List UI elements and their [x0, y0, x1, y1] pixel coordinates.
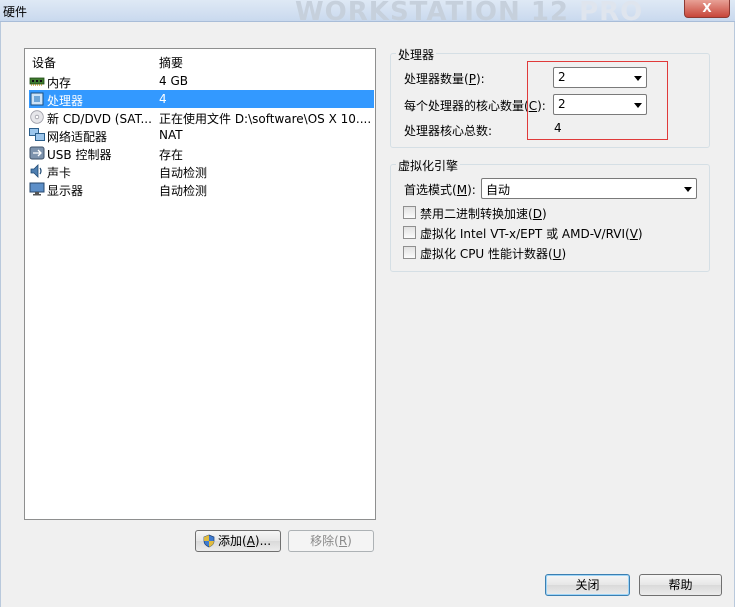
preferred-mode-select[interactable]: 自动 [481, 178, 697, 199]
add-button-suffix: )... [254, 534, 272, 548]
hardware-label: 内存 [47, 76, 72, 90]
virtualize-cpu-counters-mnemonic: U [552, 247, 562, 261]
close-window-button[interactable]: X [684, 0, 730, 18]
hardware-label: 显示器 [47, 184, 84, 198]
add-button-label: 添加(A)... [218, 534, 272, 548]
close-button-label: 关闭 [575, 578, 600, 592]
display-icon [29, 182, 45, 196]
processor-count-label: 处理器数量(P): [404, 72, 485, 86]
hardware-row-display[interactable]: 显示器 自动检测 [25, 180, 375, 198]
memory-icon [29, 77, 45, 86]
disable-binary-translation-label[interactable]: 禁用二进制转换加速(D) [420, 205, 547, 222]
title-bar: 硬件 WORKSTATION 12 PRO X [0, 0, 735, 27]
virtualize-vtx-checkbox[interactable] [403, 226, 416, 239]
disable-binary-translation-checkbox[interactable] [403, 206, 416, 219]
cores-per-processor-label: 每个处理器的核心数量(C): [404, 99, 546, 113]
help-button[interactable]: 帮助 [639, 574, 722, 596]
disable-binary-translation-mnemonic: D [532, 207, 542, 221]
preferred-mode-text: 首选模式 [404, 183, 453, 197]
cd-dvd-icon [30, 110, 44, 124]
virtualize-vtx-mnemonic: V [629, 227, 638, 241]
hardware-label: 处理器 [47, 94, 84, 108]
hardware-summary: 4 GB [159, 74, 188, 88]
close-button[interactable]: 关闭 [545, 574, 630, 596]
usb-icon [29, 146, 45, 160]
hardware-summary: 自动检测 [159, 166, 208, 180]
sound-card-icon [30, 164, 42, 178]
hardware-summary: 4 [159, 92, 167, 106]
hardware-list[interactable]: 设备 摘要 内存 4 GB 处理器 4 新 CD/DVD (SAT... 正在使… [24, 48, 376, 520]
preferred-mode-mnemonic: M [456, 183, 468, 197]
column-header-summary[interactable]: 摘要 [159, 54, 183, 71]
hardware-summary: 正在使用文件 D:\software\OS X 10.... [159, 112, 372, 126]
column-header-device[interactable]: 设备 [32, 54, 56, 71]
remove-button-mnemonic: R [338, 534, 348, 548]
processor-group-title: 处理器 [396, 46, 437, 63]
hardware-row-processor[interactable]: 处理器 4 [25, 90, 375, 108]
virtualize-cpu-counters-checkbox[interactable] [403, 246, 416, 259]
remove-hardware-button[interactable]: 移除(R) [288, 530, 374, 552]
add-button-mnemonic: A [246, 534, 255, 548]
hardware-row-network-adapter[interactable]: 网络适配器 NAT [25, 126, 375, 144]
cores-per-processor-text: 每个处理器的核心数量 [404, 99, 525, 113]
hardware-summary: 自动检测 [159, 184, 208, 198]
virtualize-cpu-counters-label[interactable]: 虚拟化 CPU 性能计数器(U) [420, 245, 566, 262]
hardware-label: USB 控制器 [47, 148, 112, 162]
virtualize-cpu-counters-text: 虚拟化 CPU 性能计数器 [420, 247, 549, 261]
hardware-row-sound-card[interactable]: 声卡 自动检测 [25, 162, 375, 180]
preferred-mode-label: 首选模式(M): [404, 183, 476, 197]
network-adapter-icon [29, 128, 45, 141]
hardware-label: 网络适配器 [47, 130, 108, 144]
preferred-mode-value: 自动 [486, 183, 511, 197]
processor-icon [30, 92, 44, 106]
help-button-label: 帮助 [668, 578, 693, 592]
virtualize-vtx-label[interactable]: 虚拟化 Intel VT-x/EPT 或 AMD-V/RVI(V) [420, 225, 643, 242]
remove-button-text: 移除 [310, 534, 335, 548]
processor-count-text: 处理器数量 [404, 72, 465, 86]
hardware-label: 新 CD/DVD (SAT... [47, 112, 152, 126]
virtualization-group-title: 虚拟化引擎 [396, 157, 461, 174]
annotation-highlight-box [527, 61, 668, 140]
virtualize-vtx-text: 虚拟化 Intel VT-x/EPT 或 AMD-V/RVI [420, 227, 625, 241]
hardware-list-header: 设备 摘要 [25, 49, 375, 71]
processor-count-mnemonic: P [468, 72, 476, 86]
add-hardware-button[interactable]: 添加(A)... [195, 530, 281, 552]
total-cores-label: 处理器核心总数: [404, 124, 493, 138]
hardware-summary: 存在 [159, 148, 184, 162]
add-button-text: 添加 [218, 534, 243, 548]
hardware-row-usb[interactable]: USB 控制器 存在 [25, 144, 375, 162]
disable-binary-translation-text: 禁用二进制转换加速 [420, 207, 529, 221]
window-title: 硬件 [3, 5, 28, 19]
hardware-label: 声卡 [47, 166, 72, 180]
hardware-row-memory[interactable]: 内存 4 GB [25, 72, 375, 90]
chevron-down-icon [684, 187, 692, 192]
close-icon: X [702, 1, 712, 15]
hardware-row-cd-dvd[interactable]: 新 CD/DVD (SAT... 正在使用文件 D:\software\OS X… [25, 108, 375, 126]
hardware-summary: NAT [159, 128, 183, 142]
uac-shield-icon [203, 534, 215, 548]
